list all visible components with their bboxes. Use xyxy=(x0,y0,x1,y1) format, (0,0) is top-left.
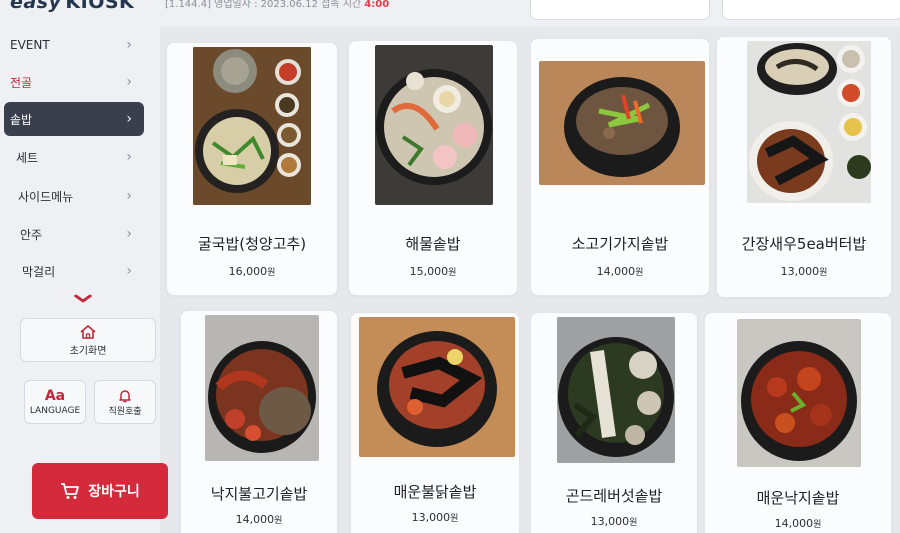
price-value: 16,000 xyxy=(228,265,268,278)
top-button-2[interactable] xyxy=(722,0,900,20)
sidebar-item-sotbap[interactable]: 솥밥 › xyxy=(4,102,144,136)
bell-icon xyxy=(119,389,131,402)
language-icon: Aa xyxy=(44,388,66,404)
product-card[interactable]: 해물솥밥 15,000원 xyxy=(348,40,518,296)
product-price: 16,000원 xyxy=(167,265,337,278)
product-name: 간장새우5ea버터밥 xyxy=(741,235,867,253)
staff-call-button[interactable]: 직원호출 xyxy=(94,380,156,424)
product-name: 매운불닭솥밥 xyxy=(393,483,477,501)
product-photo xyxy=(359,317,515,457)
price-value: 14,000 xyxy=(235,513,275,526)
home-button[interactable]: 초기화면 xyxy=(20,318,156,362)
sidebar-item-event[interactable]: EVENT › xyxy=(4,28,144,62)
sidebar-item-side-menu[interactable]: 사이드메뉴 › xyxy=(4,179,144,213)
chevron-down-icon[interactable] xyxy=(73,288,93,309)
product-name: 낙지불고기솥밥 xyxy=(210,485,308,503)
product-name: 매운낙지솥밥 xyxy=(756,489,840,507)
sidebar-item-anju[interactable]: 안주 › xyxy=(4,217,144,251)
chevron-right-icon: › xyxy=(126,74,132,90)
product-photo xyxy=(557,317,675,463)
cart-button[interactable]: 장바구니 xyxy=(32,463,168,519)
chevron-right-icon: › xyxy=(126,263,132,279)
home-icon xyxy=(80,324,96,339)
product-price: 13,000원 xyxy=(531,515,697,528)
price-currency: 원 xyxy=(450,514,459,524)
product-card[interactable]: 소고기가지솥밥 14,000원 xyxy=(530,38,710,296)
price-currency: 원 xyxy=(267,268,276,278)
product-photo xyxy=(747,41,871,203)
price-currency: 원 xyxy=(819,268,828,278)
brand-kiosk: KIOSK xyxy=(65,0,135,13)
category-sidebar: EVENT › 전골 › 솥밥 › 세트 › 사이드메뉴 › 안주 › 막걸리 … xyxy=(0,26,168,533)
staff-call-label: 직원호출 xyxy=(108,406,142,417)
price-currency: 원 xyxy=(635,268,644,278)
session-time: 4:00 xyxy=(364,0,390,10)
price-value: 13,000 xyxy=(590,515,630,528)
product-card[interactable]: 매운낙지솥밥 14,000원 xyxy=(704,312,892,533)
sidebar-item-label: EVENT xyxy=(10,38,50,52)
language-label: LANGUAGE xyxy=(29,406,81,416)
product-name: 해물솥밥 xyxy=(405,235,461,253)
product-price: 14,000원 xyxy=(181,513,337,526)
kiosk-screen: easy KIOSK [1.144.4] 영업일자 : 2023.06.12 접속… xyxy=(0,0,900,533)
product-photo xyxy=(737,319,861,467)
price-currency: 원 xyxy=(813,520,822,530)
sidebar-item-set[interactable]: 세트 › xyxy=(4,140,144,174)
price-currency: 원 xyxy=(274,516,283,526)
language-button[interactable]: Aa LANGUAGE xyxy=(24,380,86,424)
chevron-right-icon: › xyxy=(126,149,132,165)
session-info: [1.144.4] 영업일자 : 2023.06.12 접속 시간 4:00 xyxy=(165,0,389,10)
sidebar-item-label: 사이드메뉴 xyxy=(18,189,74,204)
product-photo xyxy=(539,61,705,185)
cart-label: 장바구니 xyxy=(88,484,140,500)
product-price: 15,000원 xyxy=(349,265,517,278)
price-currency: 원 xyxy=(448,268,457,278)
price-value: 15,000 xyxy=(409,265,449,278)
sidebar-item-label: 안주 xyxy=(20,227,43,242)
brand-logo: easy KIOSK xyxy=(10,0,134,13)
price-value: 13,000 xyxy=(411,511,451,524)
product-name: 곤드레버섯솥밥 xyxy=(565,487,663,505)
product-price: 13,000원 xyxy=(717,265,891,278)
top-button-1[interactable] xyxy=(530,0,710,20)
chevron-right-icon: › xyxy=(126,226,132,242)
product-price: 14,000원 xyxy=(705,517,891,530)
sidebar-item-jeongol[interactable]: 전골 › xyxy=(4,65,144,99)
cart-icon xyxy=(61,483,80,499)
sidebar-item-label: 전골 xyxy=(10,75,33,90)
product-card[interactable]: 간장새우5ea버터밥 13,000원 xyxy=(716,36,892,298)
price-value: 14,000 xyxy=(774,517,814,530)
price-value: 14,000 xyxy=(596,265,636,278)
session-info-text: [1.144.4] 영업일자 : 2023.06.12 접속 시간 xyxy=(165,0,362,10)
brand-easy: easy xyxy=(10,0,62,13)
product-name: 굴국밥(청양고추) xyxy=(197,235,307,253)
product-price: 14,000원 xyxy=(531,265,709,278)
product-card[interactable]: 굴국밥(청양고추) 16,000원 xyxy=(166,42,338,296)
chevron-right-icon: › xyxy=(126,188,132,204)
price-value: 13,000 xyxy=(780,265,820,278)
product-photo xyxy=(205,315,319,461)
sidebar-item-makgeolli[interactable]: 막걸리 › xyxy=(4,254,144,288)
product-photo xyxy=(375,45,493,205)
home-label: 초기화면 xyxy=(69,345,107,357)
product-name: 소고기가지솥밥 xyxy=(571,235,669,253)
top-bar: easy KIOSK [1.144.4] 영업일자 : 2023.06.12 접속… xyxy=(0,0,900,26)
product-card[interactable]: 낙지불고기솥밥 14,000원 xyxy=(180,310,338,533)
chevron-right-icon: › xyxy=(126,111,132,127)
sidebar-item-label: 세트 xyxy=(16,150,39,165)
product-photo xyxy=(193,47,311,205)
sidebar-item-label: 막걸리 xyxy=(22,264,56,279)
product-card[interactable]: 곤드레버섯솥밥 13,000원 xyxy=(530,312,698,533)
price-currency: 원 xyxy=(629,518,638,528)
product-price: 13,000원 xyxy=(351,511,519,524)
product-card[interactable]: 매운불닭솥밥 13,000원 xyxy=(350,312,520,533)
chevron-right-icon: › xyxy=(126,37,132,53)
sidebar-item-label: 솥밥 xyxy=(10,112,33,127)
